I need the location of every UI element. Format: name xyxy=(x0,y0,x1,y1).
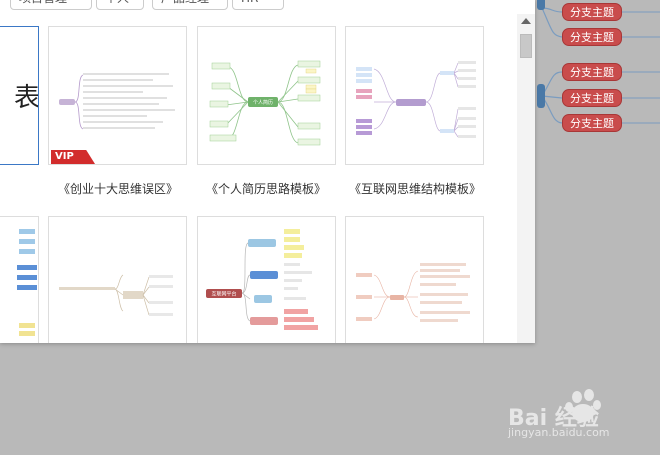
mindmap-branch-node[interactable]: 分支主题 xyxy=(562,28,622,46)
mindmap-branch-handle[interactable] xyxy=(537,0,545,10)
template-caption[interactable]: 《互联网思维结构模板》 xyxy=(335,180,495,197)
category-tag-product-manager[interactable]: 产品经理 xyxy=(152,0,228,10)
template-thumbnail xyxy=(356,263,470,322)
thumbnail-center-label: 互联网平台 xyxy=(211,291,236,298)
template-thumbnail: 个人简历 xyxy=(209,60,321,146)
template-gallery-dialog: 项目管理 个人 产品经理 HR 表 VIP xyxy=(0,0,535,343)
mindmap-branch-node[interactable]: 分支主题 xyxy=(562,3,622,21)
template-card[interactable]: 互联网平台 xyxy=(197,216,336,343)
template-thumbnail: 互联网平台 xyxy=(206,229,318,330)
template-card-resume[interactable]: 个人简历 xyxy=(197,26,336,165)
template-thumbnail xyxy=(356,61,476,138)
template-thumbnail-title: 表 xyxy=(13,83,39,113)
template-thumbnail xyxy=(59,274,173,316)
category-tag-personal[interactable]: 个人 xyxy=(96,0,144,10)
template-card-internet-thinking[interactable] xyxy=(345,26,484,165)
scroll-up-arrow-icon[interactable] xyxy=(521,18,531,24)
template-caption[interactable]: 《创业十大思维误区》 xyxy=(38,180,198,197)
template-card[interactable] xyxy=(48,216,187,343)
template-card[interactable] xyxy=(345,216,484,343)
scrollbar-thumb[interactable] xyxy=(520,34,532,58)
template-card-startup-mistakes[interactable]: VIP xyxy=(48,26,187,165)
template-card[interactable]: 表 xyxy=(0,26,39,165)
watermark-url: jingyan.baidu.com xyxy=(508,426,610,439)
scrollbar-track[interactable] xyxy=(517,14,535,343)
template-caption[interactable]: 《个人简历思路模板》 xyxy=(186,180,346,197)
template-thumbnail xyxy=(17,229,37,336)
template-card[interactable] xyxy=(0,216,39,343)
mindmap-branch-node[interactable]: 分支主题 xyxy=(562,89,622,107)
category-tag-hr[interactable]: HR xyxy=(232,0,284,10)
mindmap-branch-node[interactable]: 分支主题 xyxy=(562,63,622,81)
thumbnail-center-label: 个人简历 xyxy=(253,99,273,106)
mindmap-branch-node[interactable]: 分支主题 xyxy=(562,114,622,132)
category-tag-project-management[interactable]: 项目管理 xyxy=(10,0,92,10)
mindmap-branch-handle[interactable] xyxy=(537,84,545,108)
template-thumbnail xyxy=(59,73,175,130)
